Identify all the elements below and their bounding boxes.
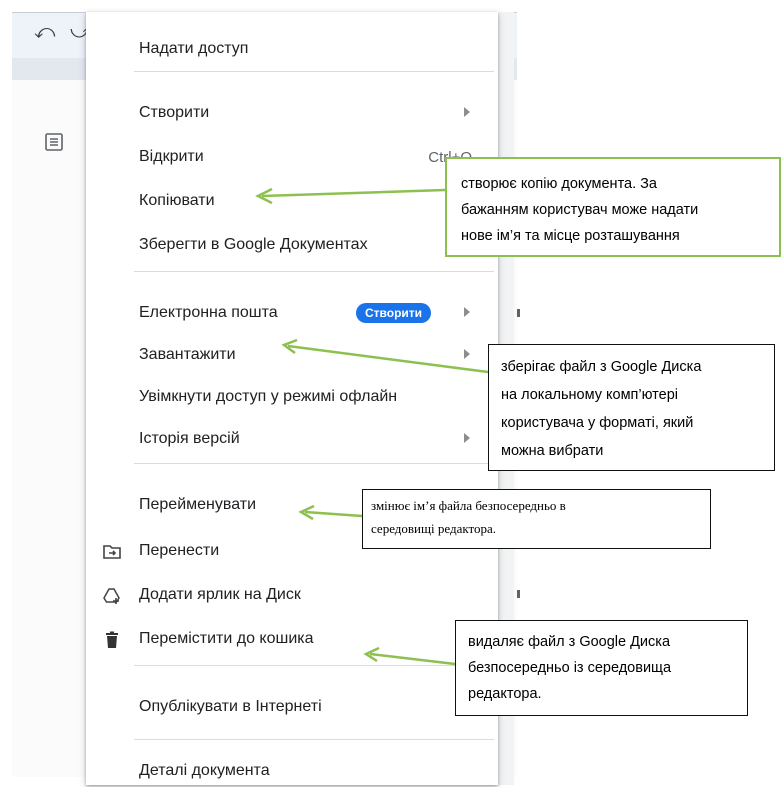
menu-item-label: Електронна пошта [139,304,278,321]
callout-trash: видаляє файл з Google Диска безпосереднь… [455,620,748,716]
background-marker [517,309,520,317]
menu-item-label: Перейменувати [139,496,256,513]
menu-item-download[interactable]: Завантажити [86,339,498,371]
menu-divider [134,739,494,740]
callout-copy: створює копію документа. За бажанням кор… [445,157,781,257]
menu-item-label: Додати ярлик на Диск [139,586,301,603]
undo-icon[interactable]: ⤺ [34,22,55,42]
callout-rename: змінює ім’я файла безпосередньо в середо… [362,489,711,549]
menu-item-create[interactable]: Створити [86,97,498,129]
document-outline-icon[interactable] [44,132,64,152]
callout-text: змінює ім’я файла безпосередньо в середо… [371,498,566,536]
menu-item-label: Увімкнути доступ у режимі офлайн [139,388,398,405]
menu-item-label: Надати доступ [139,40,249,57]
submenu-arrow-icon [464,433,470,443]
submenu-arrow-icon [464,107,470,117]
new-badge: Створити [356,303,432,323]
menu-item-label: Деталі документа [139,762,270,779]
menu-item-trash[interactable]: Перемістити до кошика [86,623,498,655]
menu-item-details[interactable]: Деталі документа [86,755,498,787]
menu-item-label: Зберегти в Google Документах [139,236,368,253]
menu-item-label: Опублікувати в Інтернеті [139,698,322,715]
callout-text: видаляє файл з Google Диска безпосереднь… [468,634,672,702]
callout-text: створює копію документа. За бажанням кор… [461,176,699,244]
menu-divider [134,463,494,464]
menu-item-label: Відкрити [139,148,204,165]
callout-download: зберігає файл з Google Диска на локально… [488,344,775,471]
menu-item-offline[interactable]: Увімкнути доступ у режимі офлайн [86,381,498,413]
menu-item-label: Копіювати [139,192,215,209]
trash-icon [106,631,118,648]
file-menu: Надати доступ Створити Відкрити Ctrl+O К… [86,12,498,785]
menu-item-label: Створити [139,104,210,121]
menu-item-open[interactable]: Відкрити Ctrl+O [86,141,498,173]
move-folder-icon [103,545,121,559]
menu-divider [134,71,494,72]
menu-item-label: Перенести [139,542,220,559]
add-drive-shortcut-icon [103,588,120,604]
background-marker [517,590,520,598]
menu-divider [134,271,494,272]
menu-item-version-history[interactable]: Історія версій [86,423,498,455]
menu-item-share[interactable]: Надати доступ [86,33,498,65]
menu-item-save-to-docs[interactable]: Зберегти в Google Документах [86,229,498,261]
menu-item-email[interactable]: Електронна пошта Створити [86,297,498,329]
menu-item-label: Перемістити до кошика [139,630,314,647]
submenu-arrow-icon [464,307,470,317]
callout-text: зберігає файл з Google Диска на локально… [501,359,702,459]
menu-item-label: Завантажити [139,346,236,363]
menu-item-copy[interactable]: Копіювати [86,185,498,217]
menu-item-add-shortcut[interactable]: Додати ярлик на Диск [86,579,498,611]
menu-item-label: Історія версій [139,430,240,447]
menu-divider [134,665,494,666]
submenu-arrow-icon [464,349,470,359]
menu-item-publish[interactable]: Опублікувати в Інтернеті [86,691,498,723]
